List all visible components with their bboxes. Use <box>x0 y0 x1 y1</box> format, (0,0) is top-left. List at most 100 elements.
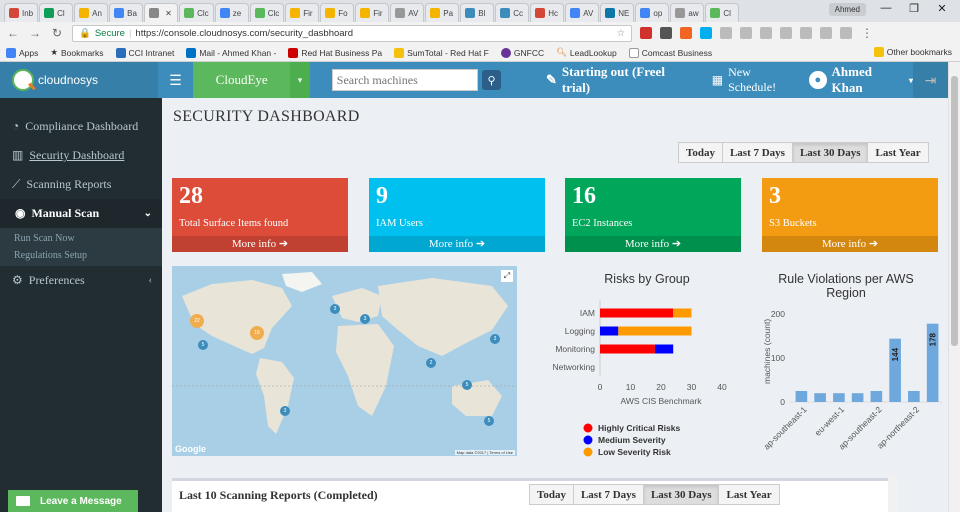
map-cluster-marker[interactable]: 3 <box>280 406 290 416</box>
browser-tab[interactable]: An <box>74 3 109 22</box>
search-icon[interactable]: ⚲ <box>481 70 502 90</box>
map-cluster-marker[interactable]: 2 <box>426 358 436 368</box>
resource-world-map[interactable]: 22 16 5 3 3 2 3 5 3 5 ⤢ Google Map data … <box>172 266 517 456</box>
maximize-window-icon[interactable]: ❐ <box>900 2 928 15</box>
browser-tab[interactable]: aw <box>670 3 705 22</box>
scrollbar-thumb[interactable] <box>951 76 958 346</box>
forward-icon[interactable]: → <box>28 26 42 40</box>
browser-tab[interactable]: Fir <box>285 3 320 22</box>
browser-tab[interactable]: Ba <box>109 3 144 22</box>
sidebar-item-scanning-reports[interactable]: ⟋ Scanning Reports <box>0 170 162 199</box>
browser-tab[interactable]: Cl <box>705 3 740 22</box>
cloudnosys-logo[interactable]: cloudnosys <box>0 62 158 98</box>
range-today-button[interactable]: Today <box>678 142 723 163</box>
browser-tab[interactable]: Fir <box>355 3 390 22</box>
browser-menu-icon[interactable]: ⋮ <box>860 26 874 40</box>
tab-label: Fir <box>303 8 313 18</box>
more-info-link[interactable]: More info ➔ <box>369 236 545 252</box>
browser-tab[interactable]: Hc <box>530 3 565 22</box>
panel-scrollbar[interactable] <box>888 476 898 512</box>
bookmark-sumtotal[interactable]: SumTotal - Red Hat F <box>394 47 489 58</box>
bookmark-apps[interactable]: Apps <box>6 47 38 58</box>
extension-icon[interactable] <box>740 27 752 39</box>
browser-tab[interactable]: Fo <box>320 3 355 22</box>
reports-range-today-button[interactable]: Today <box>529 484 574 505</box>
range-30-days-button[interactable]: Last 30 Days <box>791 142 869 163</box>
reports-range-30-days-button[interactable]: Last 30 Days <box>642 484 720 505</box>
browser-tab[interactable]: Inb <box>4 3 39 22</box>
map-cluster-marker[interactable]: 3 <box>330 304 340 314</box>
extension-icon[interactable] <box>660 27 672 39</box>
url-omnibox[interactable]: 🔒 Secure | https://console.cloudnosys.co… <box>72 24 632 42</box>
sidebar-item-security-dashboard[interactable]: ▥ Security Dashboard <box>0 141 162 170</box>
browser-tab[interactable]: op <box>635 3 670 22</box>
bookmark-red-hat[interactable]: Red Hat Business Pa <box>288 47 382 58</box>
bookmark-leadlookup[interactable]: 🔍︎ LeadLookup <box>556 47 617 58</box>
adblock-extension-icon[interactable] <box>640 27 652 39</box>
map-cluster-marker[interactable]: 22 <box>190 314 204 328</box>
new-schedule-link[interactable]: ▦ New Schedule! <box>712 65 800 95</box>
browser-tab[interactable]: ✕ <box>144 3 179 22</box>
bookmark-gnfcc[interactable]: GNFCC <box>500 47 544 58</box>
reports-range-year-button[interactable]: Last Year <box>718 484 780 505</box>
browser-tab[interactable]: Clc <box>179 3 214 22</box>
map-cluster-marker[interactable]: 3 <box>360 314 370 324</box>
sidebar-item-compliance-dashboard[interactable]: ◔ Compliance Dashboard <box>0 112 162 141</box>
skype-extension-icon[interactable] <box>700 27 712 39</box>
close-window-icon[interactable]: ✕ <box>928 2 956 15</box>
search-machines-input[interactable] <box>331 69 478 91</box>
extension-icon[interactable] <box>720 27 732 39</box>
back-icon[interactable]: ← <box>6 26 20 40</box>
browser-tab[interactable]: NE <box>600 3 635 22</box>
browser-tab[interactable]: AV <box>390 3 425 22</box>
more-info-link[interactable]: More info ➔ <box>565 236 741 252</box>
map-cluster-marker[interactable]: 16 <box>250 326 264 340</box>
fullscreen-icon[interactable]: ⤢ <box>501 270 513 282</box>
map-cluster-marker[interactable]: 5 <box>484 416 494 426</box>
browser-profile-badge[interactable]: Ahmed <box>828 3 866 16</box>
page-scrollbar[interactable] <box>948 62 960 512</box>
close-tab-icon[interactable]: ✕ <box>165 9 172 18</box>
other-bookmarks[interactable]: Other bookmarks <box>873 47 952 57</box>
more-info-link[interactable]: More info ➔ <box>762 236 938 252</box>
bookmark-mail[interactable]: Mail - Ahmed Khan - <box>186 47 276 58</box>
trial-link[interactable]: ✎ Starting out (Freel trial) <box>546 64 692 96</box>
browser-tab[interactable]: Clc <box>249 3 285 22</box>
chevron-down-icon[interactable]: ▾ <box>290 62 310 98</box>
range-year-button[interactable]: Last Year <box>867 142 929 163</box>
bookmark-star-icon[interactable]: ☆ <box>616 28 625 39</box>
extension-icon[interactable] <box>820 27 832 39</box>
submenu-run-scan-now[interactable]: Run Scan Now <box>0 230 162 247</box>
map-cluster-marker[interactable]: 3 <box>490 334 500 344</box>
reports-range-7-days-button[interactable]: Last 7 Days <box>572 484 644 505</box>
extension-icon[interactable] <box>840 27 852 39</box>
sidebar-item-preferences[interactable]: ⚙ Preferences ‹ <box>0 266 162 295</box>
extension-icon[interactable] <box>800 27 812 39</box>
sidebar-item-manual-scan[interactable]: ◉ Manual Scan ⌄ <box>0 199 162 228</box>
extension-icon[interactable] <box>680 27 692 39</box>
more-info-link[interactable]: More info ➔ <box>172 236 348 252</box>
browser-tab[interactable]: Cl <box>39 3 74 22</box>
map-cluster-marker[interactable]: 5 <box>198 340 208 350</box>
product-selector[interactable]: CloudEye <box>193 62 291 98</box>
leave-message-button[interactable]: Leave a Message <box>8 490 138 512</box>
minimize-window-icon[interactable]: — <box>872 2 900 14</box>
extension-icon[interactable] <box>760 27 772 39</box>
bookmark-bookmarks[interactable]: ★ Bookmarks <box>50 47 103 58</box>
browser-tab[interactable]: Cc <box>495 3 530 22</box>
browser-tab[interactable]: ze <box>214 3 249 22</box>
map-cluster-marker[interactable]: 5 <box>462 380 472 390</box>
user-menu[interactable]: ● Ahmed Khan ▾ <box>809 64 913 96</box>
bookmark-comcast[interactable]: Comcast Business <box>628 47 712 58</box>
browser-tab[interactable]: Pa <box>425 3 460 22</box>
extension-icon[interactable] <box>780 27 792 39</box>
bookmark-cci-intranet[interactable]: CCI Intranet <box>115 47 174 58</box>
browser-tab[interactable]: AV <box>565 3 600 22</box>
hamburger-menu-icon[interactable]: ☰ <box>158 72 193 89</box>
tab-favicon-icon <box>360 8 371 18</box>
submenu-regulations-setup[interactable]: Regulations Setup <box>0 247 162 264</box>
sign-out-icon[interactable]: ⇥ <box>912 62 949 98</box>
browser-tab[interactable]: Bl <box>460 3 495 22</box>
range-7-days-button[interactable]: Last 7 Days <box>721 142 793 163</box>
reload-icon[interactable]: ↻ <box>50 26 64 40</box>
